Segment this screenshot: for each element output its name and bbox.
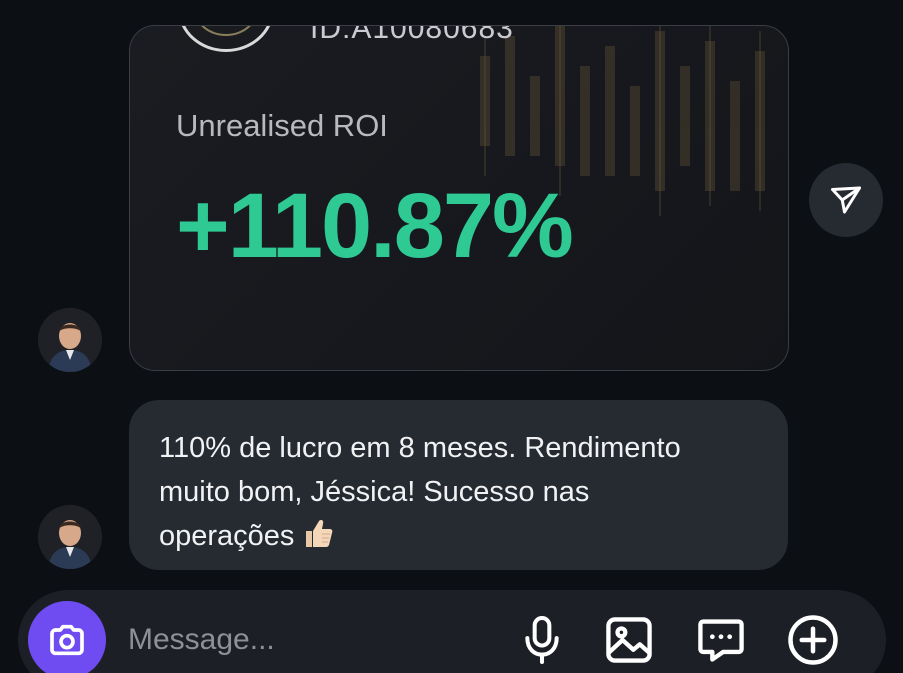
roi-value: +110.87% — [176, 175, 574, 277]
forward-button[interactable] — [809, 163, 883, 237]
sticker-button[interactable] — [693, 612, 749, 668]
plus-icon — [788, 615, 838, 665]
sender-avatar[interactable] — [38, 308, 102, 372]
chat-screen: ID:A10080683 Unrealised ROI +110.87% 110… — [0, 0, 903, 673]
message-input[interactable] — [128, 612, 488, 668]
send-icon — [831, 186, 861, 214]
microphone-button[interactable] — [514, 612, 570, 668]
message-bubble[interactable]: 110% de lucro em 8 meses. Rendimento mui… — [129, 400, 788, 570]
camera-button[interactable] — [28, 601, 106, 673]
shared-roi-card[interactable]: ID:A10080683 Unrealised ROI +110.87% — [129, 25, 789, 371]
account-id: ID:A10080683 — [310, 25, 514, 45]
sender-avatar[interactable] — [38, 505, 102, 569]
more-button[interactable] — [785, 612, 841, 668]
message-text: 110% de lucro em 8 meses. Rendimento mui… — [159, 426, 758, 564]
gallery-button[interactable] — [601, 612, 657, 668]
thumbs-up-icon — [300, 515, 336, 564]
avatar-photo — [38, 308, 102, 372]
roi-label: Unrealised ROI — [176, 108, 388, 143]
gallery-icon — [606, 617, 652, 663]
profile-logo — [178, 26, 274, 52]
sticker-chat-icon — [698, 619, 744, 662]
camera-icon — [50, 624, 84, 656]
avatar-photo — [38, 505, 102, 569]
microphone-icon — [525, 615, 559, 665]
